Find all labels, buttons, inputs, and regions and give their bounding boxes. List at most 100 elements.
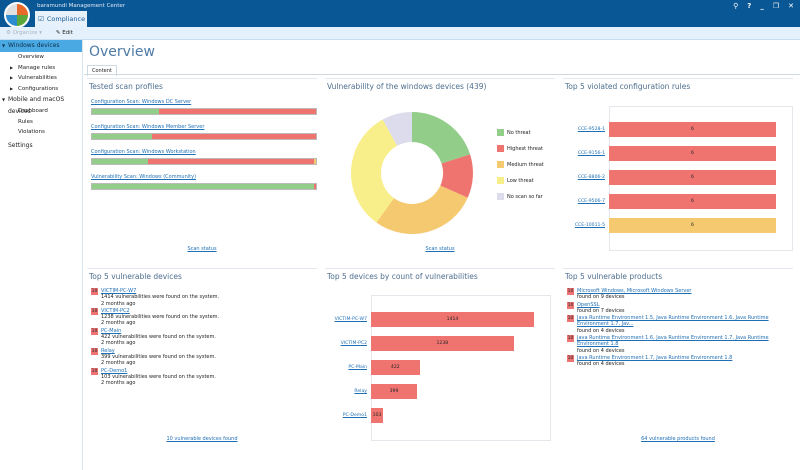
caret-right-icon[interactable]: ▶: [10, 84, 13, 95]
bar-category-link[interactable]: CCE-8806-2: [569, 175, 609, 180]
scan-profile-link[interactable]: Configuration Scan: Windows Member Serve…: [91, 124, 317, 130]
scan-profile-link[interactable]: Configuration Scan: Windows DC Server: [91, 99, 317, 105]
bar-segment-medium: [313, 159, 316, 164]
bar-segment-no_threat: [92, 184, 314, 189]
caret-down-icon[interactable]: ▼: [2, 94, 5, 106]
bar-category-link[interactable]: CCE-9528-1: [569, 127, 609, 132]
panel-title: Top 5 devices by count of vulnerabilitie…: [327, 272, 478, 281]
edit-icon: ✎: [55, 30, 61, 36]
vulnerable-devices-link[interactable]: 10 vulnerable devices found: [166, 436, 237, 442]
severity-badge: 10: [91, 288, 98, 295]
item-link[interactable]: Java Runtime Environment 1.6, Java Runti…: [577, 335, 793, 348]
caret-right-icon[interactable]: ▶: [10, 63, 13, 74]
sidebar-item[interactable]: ▶ Manage rules: [0, 63, 82, 74]
tab-compliance[interactable]: ☑ Compliance ✕: [35, 11, 94, 27]
severity-badge: 10: [567, 301, 574, 309]
sidebar-item-label: Manage rules: [18, 64, 56, 71]
bar: 6: [609, 122, 776, 137]
legend-swatch: [497, 193, 504, 200]
sidebar-item[interactable]: Dashboard: [0, 106, 82, 117]
scan-status-link[interactable]: Scan status: [425, 246, 454, 252]
help-icon[interactable]: ?: [747, 2, 751, 10]
bar-category-link[interactable]: CCE-9156-1: [569, 151, 609, 156]
scan-status-link[interactable]: Scan status: [187, 246, 216, 252]
bar-category-link[interactable]: VICTIM-PC-W7: [331, 317, 371, 322]
bar: 103: [371, 408, 383, 423]
close-icon[interactable]: ✕: [788, 2, 794, 10]
bar-row: CCE-10011-5 6: [569, 218, 776, 233]
legend-swatch: [497, 161, 504, 168]
sidebar-item-label: Overview: [18, 54, 44, 60]
bar-category-link[interactable]: PC-Demo1: [331, 413, 371, 418]
bar-segment-highest: [313, 184, 316, 189]
sidebar-item[interactable]: ▶ Vulnerabilities: [0, 73, 82, 84]
bar-row: CCE-8806-2 6: [569, 170, 776, 185]
sidebar: ▼ Windows devices Overview ▶ Manage rules ▶ Vu…: [0, 40, 83, 470]
bar-segment-no_threat: [92, 159, 148, 164]
close-tab-icon[interactable]: ✕: [88, 15, 93, 23]
legend-item: Low threat: [497, 177, 544, 184]
bar: 422: [371, 360, 420, 375]
scan-profile-link[interactable]: Configuration Scan: Windows Workstation: [91, 149, 317, 155]
panel-vulnerable-products: Top 5 vulnerable products 10 Microsoft Wi…: [563, 268, 793, 448]
edit-button[interactable]: ✎ Edit: [56, 30, 73, 36]
sidebar-item[interactable]: Overview: [0, 52, 82, 63]
scan-profile-bar: [91, 158, 317, 165]
app-logo[interactable]: [4, 2, 30, 28]
bar-row: Relay 399: [331, 384, 417, 399]
bar-category-link[interactable]: PC-Main: [331, 365, 371, 370]
list-item: 10 VICTIM-PC-W7 1414 vulnerabilities were …: [91, 288, 317, 307]
page-title: Overview: [89, 44, 155, 60]
severity-badge: 10: [567, 354, 574, 362]
scan-profile-link[interactable]: Vulnerability Scan: Windows (Community): [91, 174, 317, 180]
minimize-icon[interactable]: _: [760, 2, 764, 10]
legend-label: No threat: [507, 129, 531, 136]
list-item: 10 Java Runtime Environment 1.6, Java Run…: [567, 335, 793, 354]
item-description: found on 4 devices: [577, 361, 625, 368]
sidebar-item[interactable]: ▼ Mobile and macOS devices: [0, 94, 82, 115]
sidebar-item[interactable]: Rules: [0, 117, 82, 128]
severity-badge: 10: [567, 315, 574, 323]
bar-value-label: 6: [691, 199, 694, 204]
item-time: 2 months ago: [101, 360, 136, 367]
sidebar-item-label: Rules: [18, 118, 33, 125]
bar-category-link[interactable]: Relay: [331, 389, 371, 394]
panel-violated-rules: Top 5 violated configuration rules CCE-9…: [563, 78, 793, 258]
restore-icon[interactable]: ❐: [773, 2, 779, 10]
bar-value-label: 6: [691, 127, 694, 132]
legend-swatch: [497, 177, 504, 184]
legend-swatch: [497, 129, 504, 136]
list-item: 10 Java Runtime Environment 1.7, Java Run…: [567, 354, 793, 368]
bar-category-link[interactable]: CCE-9506-7: [569, 199, 609, 204]
bar-row: PC-Demo1 103: [331, 408, 383, 423]
legend-item: Medium threat: [497, 161, 544, 168]
bar-value-label: 6: [691, 223, 694, 228]
bar-category-link[interactable]: CCE-10011-5: [569, 223, 609, 228]
panel-title: Top 5 vulnerable products: [565, 272, 663, 281]
legend-label: No scan so far: [507, 193, 543, 200]
item-time: 2 months ago: [101, 320, 136, 327]
sidebar-item[interactable]: Settings: [0, 140, 82, 152]
sidebar-item[interactable]: ▶ Configurations: [0, 84, 82, 95]
panel-title: Tested scan profiles: [89, 82, 163, 91]
toolbar: ⚙ Organize ▾ ✎ Edit: [0, 27, 800, 40]
sidebar-item[interactable]: ▼ Windows devices: [0, 40, 82, 52]
item-link[interactable]: Java Runtime Environment 1.5, Java Runti…: [577, 315, 793, 328]
legend-label: Low threat: [507, 177, 534, 184]
bar-row: VICTIM-PC2 1238: [331, 336, 514, 351]
caret-down-icon[interactable]: ▼: [2, 40, 5, 52]
organize-button[interactable]: ⚙ Organize ▾: [6, 30, 42, 36]
item-time: 2 months ago: [101, 300, 136, 307]
bar-category-link[interactable]: VICTIM-PC2: [331, 341, 371, 346]
bar-value-label: 6: [691, 175, 694, 180]
item-description: 1414 vulnerabilities were found on the s…: [101, 294, 220, 301]
bar-value-label: 1414: [446, 317, 459, 322]
search-icon[interactable]: ⚲: [733, 2, 738, 10]
legend-item: No scan so far: [497, 193, 544, 200]
caret-right-icon[interactable]: ▶: [10, 73, 13, 84]
bar: 399: [371, 384, 417, 399]
sidebar-item[interactable]: Violations: [0, 127, 82, 138]
bar: 6: [609, 146, 776, 161]
tab-label: Compliance: [46, 15, 86, 23]
vulnerable-products-link[interactable]: 64 vulnerable products found: [641, 436, 715, 442]
